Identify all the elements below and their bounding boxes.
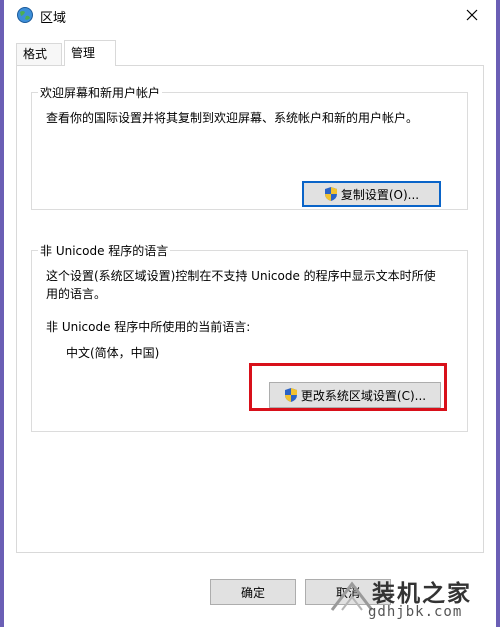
change-system-locale-label: 更改系统区域设置(C)... <box>300 388 427 403</box>
tab-format[interactable]: 格式 <box>16 43 62 65</box>
uac-shield-icon <box>284 388 297 402</box>
copy-settings-button[interactable]: 复制设置(O)... <box>302 181 441 207</box>
change-system-locale-button[interactable]: 更改系统区域设置(C)... <box>269 382 441 408</box>
current-language-value: 中文(简体，中国) <box>66 346 160 360</box>
title-bar: 区域 <box>4 0 496 30</box>
non-unicode-legend: 非 Unicode 程序的语言 <box>40 244 169 258</box>
welcome-group-legend: 欢迎屏幕和新用户帐户 <box>40 86 161 100</box>
non-unicode-description-2: 用的语言。 <box>46 287 107 301</box>
watermark-url: gdhjbk.com <box>368 604 463 620</box>
copy-settings-label: 复制设置(O)... <box>340 187 420 202</box>
window-title: 区域 <box>40 11 67 26</box>
globe-icon <box>16 6 34 24</box>
welcome-description: 查看你的国际设置并将其复制到欢迎屏幕、系统帐户和新的用户帐户。 <box>46 111 419 125</box>
non-unicode-group: 非 Unicode 程序的语言 这个设置(系统区域设置)控制在不支持 Unico… <box>31 242 468 432</box>
admin-panel: 欢迎屏幕和新用户帐户 查看你的国际设置并将其复制到欢迎屏幕、系统帐户和新的用户帐… <box>16 65 484 553</box>
watermark-title: 装机之家 <box>372 580 472 607</box>
tab-admin[interactable]: 管理 <box>64 40 116 66</box>
uac-shield-icon <box>324 187 337 201</box>
close-button[interactable] <box>460 4 484 26</box>
non-unicode-description-1: 这个设置(系统区域设置)控制在不支持 Unicode 的程序中显示文本时所使 <box>46 269 436 283</box>
welcome-screen-group: 欢迎屏幕和新用户帐户 查看你的国际设置并将其复制到欢迎屏幕、系统帐户和新的用户帐… <box>31 84 468 210</box>
close-icon <box>466 9 478 21</box>
region-dialog: 区域 格式 管理 欢迎屏幕和新用户帐户 查看你的国际设置并将其复制到欢迎屏幕、系… <box>4 0 496 627</box>
ok-button[interactable]: 确定 <box>210 579 296 605</box>
current-language-label: 非 Unicode 程序中所使用的当前语言: <box>46 320 251 334</box>
